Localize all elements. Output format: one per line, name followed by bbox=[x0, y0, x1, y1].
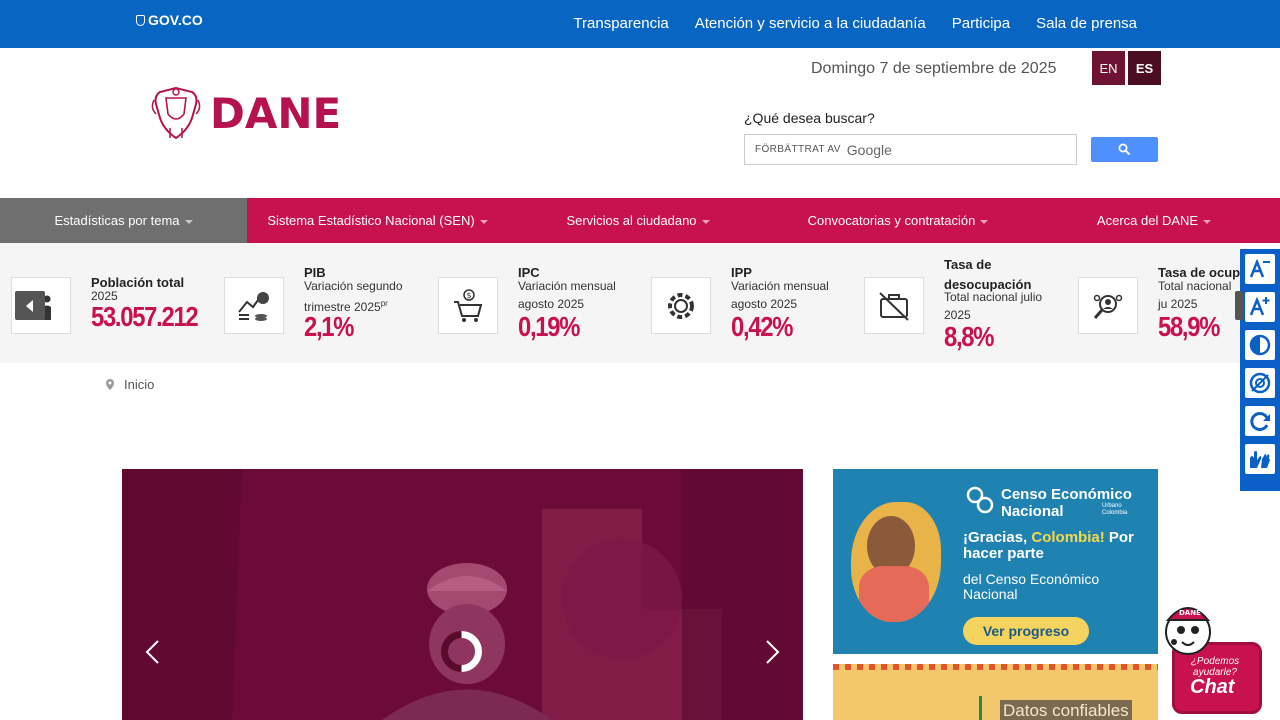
gov-bar: GOV.CO Transparencia Atención y servicio… bbox=[0, 0, 1280, 48]
search-label: ¿Qué desea buscar? bbox=[744, 110, 875, 126]
breadcrumb: Inicio bbox=[106, 377, 154, 392]
censo-banner[interactable]: Censo Económico Nacional Urbano Colombia… bbox=[833, 469, 1158, 654]
search-icon bbox=[1118, 143, 1131, 156]
shopping-cart-icon: $ bbox=[438, 277, 498, 334]
relief-icon[interactable] bbox=[1245, 368, 1275, 398]
chevron-down-icon bbox=[980, 219, 989, 224]
location-pin-icon bbox=[106, 379, 114, 390]
chevron-left-icon bbox=[26, 299, 33, 312]
reset-icon[interactable] bbox=[1245, 406, 1275, 436]
logo-text: DANE bbox=[210, 88, 342, 138]
chevron-down-icon bbox=[701, 219, 710, 224]
accessibility-toolbar bbox=[1240, 249, 1280, 491]
link-transparencia[interactable]: Transparencia bbox=[573, 15, 668, 32]
gov-co-logo[interactable]: GOV.CO bbox=[136, 12, 203, 28]
mascot-icon: DANE bbox=[1165, 607, 1211, 655]
nav-sen[interactable]: Sistema Estadístico Nacional (SEN) bbox=[247, 198, 508, 243]
slider-next-button[interactable] bbox=[762, 640, 782, 664]
svg-text:$: $ bbox=[467, 291, 472, 300]
person-search-icon bbox=[1078, 277, 1138, 334]
sign-language-icon[interactable] bbox=[1245, 444, 1275, 474]
growth-chart-icon bbox=[224, 277, 284, 334]
increase-font-icon[interactable] bbox=[1245, 292, 1275, 322]
chevron-down-icon bbox=[479, 219, 488, 224]
decrease-font-icon[interactable] bbox=[1245, 254, 1275, 284]
powered-by-label: FÖRBÄTTRAT AV bbox=[755, 144, 841, 155]
chat-label: Chat bbox=[1190, 676, 1235, 698]
indicator-ocupacion[interactable]: Tasa de ocupa Total nacional ju 2025 58,… bbox=[1078, 243, 1240, 363]
current-date: Domingo 7 de septiembre de 2025 bbox=[811, 60, 1057, 77]
google-label: Google bbox=[846, 141, 892, 158]
search-button[interactable] bbox=[1091, 137, 1158, 162]
indicators-next-button[interactable] bbox=[1235, 291, 1243, 320]
censo-logo-icon bbox=[966, 486, 994, 514]
breadcrumb-home[interactable]: Inicio bbox=[124, 377, 154, 392]
indicators-carousel: Población total 2025 53.057.212 PIB Vari… bbox=[0, 243, 1240, 363]
coat-of-arms-icon bbox=[151, 86, 201, 140]
banner-small: Urbano Colombia bbox=[1102, 503, 1128, 516]
search-input[interactable]: FÖRBÄTTRAT AV Google bbox=[744, 134, 1077, 165]
svg-text:DANE: DANE bbox=[1179, 609, 1201, 617]
indicator-ipc[interactable]: $ IPC Variación mensual agosto 2025 0,19… bbox=[438, 243, 651, 363]
loading-spinner-icon bbox=[441, 631, 482, 672]
ver-progreso-button[interactable]: Ver progreso bbox=[963, 617, 1089, 645]
banner2-tag: Datos confiables bbox=[1000, 700, 1132, 720]
indicators-prev-button[interactable] bbox=[15, 291, 45, 320]
briefcase-off-icon bbox=[864, 277, 924, 334]
nav-servicios[interactable]: Servicios al ciudadano bbox=[508, 198, 768, 243]
chevron-down-icon bbox=[184, 219, 193, 224]
link-sala-prensa[interactable]: Sala de prensa bbox=[1036, 15, 1137, 32]
nav-estadisticas[interactable]: Estadísticas por tema bbox=[0, 198, 247, 243]
nav-convocatorias[interactable]: Convocatorias y contratación bbox=[768, 198, 1028, 243]
chat-question: ¿Podemos ayudarle? bbox=[1190, 656, 1240, 678]
link-atencion[interactable]: Atención y servicio a la ciudadanía bbox=[695, 15, 926, 32]
datos-confiables-banner[interactable]: Datos confiables bbox=[833, 664, 1158, 720]
indicator-ipp[interactable]: IPP Variación mensual agosto 2025 0,42% bbox=[651, 243, 864, 363]
indicator-pib[interactable]: PIB Variación segundo trimestre 2025pr 2… bbox=[224, 243, 437, 363]
gear-icon bbox=[651, 277, 711, 334]
banner-headline: ¡Gracias, Colombia! Por hacer parte bbox=[963, 529, 1134, 562]
link-participa[interactable]: Participa bbox=[952, 15, 1010, 32]
dane-logo[interactable]: DANE bbox=[150, 84, 341, 142]
contrast-icon[interactable] bbox=[1245, 330, 1275, 360]
chevron-down-icon bbox=[1203, 219, 1212, 224]
nav-acerca[interactable]: Acerca del DANE bbox=[1028, 198, 1280, 243]
banner-text: del Censo Económico Nacional bbox=[963, 571, 1100, 602]
indicator-desocupacion[interactable]: Tasa de desocupación Total nacional juli… bbox=[864, 243, 1078, 363]
lang-en-button[interactable]: EN bbox=[1092, 51, 1125, 85]
slide-image bbox=[122, 469, 803, 720]
shield-icon bbox=[136, 14, 145, 26]
banner-photo bbox=[851, 502, 941, 622]
lang-es-button[interactable]: ES bbox=[1128, 51, 1161, 85]
hero-slider bbox=[122, 469, 803, 720]
gov-links: Transparencia Atención y servicio a la c… bbox=[573, 15, 1137, 32]
main-nav: Estadísticas por tema Sistema Estadístic… bbox=[0, 198, 1280, 243]
slider-prev-button[interactable] bbox=[143, 640, 163, 664]
